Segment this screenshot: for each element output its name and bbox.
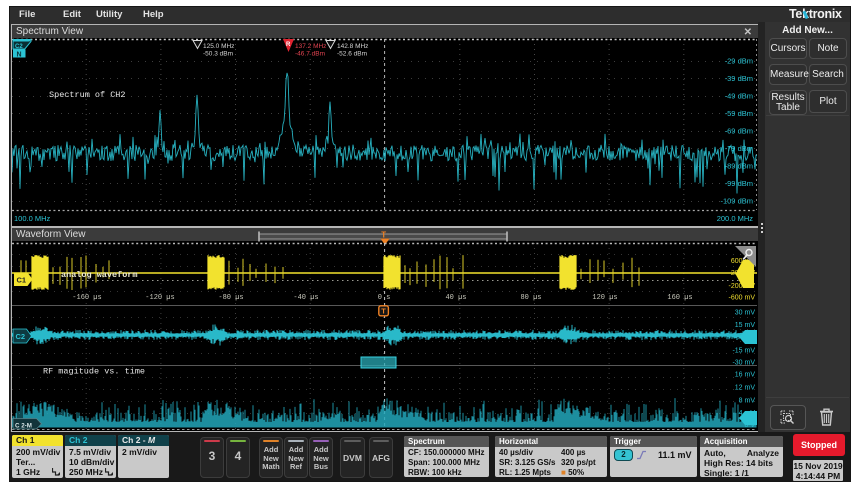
svg-text:C1: C1 [17, 276, 27, 285]
svg-text:137.2 MHz: 137.2 MHz [295, 43, 326, 50]
svg-text:200.0 MHz: 200.0 MHz [717, 214, 754, 223]
svg-text:160 µs: 160 µs [667, 294, 692, 302]
svg-text:-109 dBm: -109 dBm [720, 197, 753, 206]
svg-text:-59 dBm: -59 dBm [725, 109, 753, 118]
svg-text:-50.3 dBm: -50.3 dBm [203, 51, 233, 58]
svg-text:-46.7 dBm: -46.7 dBm [295, 51, 325, 58]
svg-text:T: T [381, 231, 386, 240]
svg-text:-160 µs: -160 µs [72, 294, 101, 302]
svg-text:100.0 MHz: 100.0 MHz [14, 214, 51, 223]
svg-text:-120 µs: -120 µs [145, 294, 174, 302]
svg-text:-40 µs: -40 µs [293, 294, 318, 302]
svg-text:-89 dBm: -89 dBm [725, 162, 753, 171]
svg-text:-80 µs: -80 µs [218, 294, 243, 302]
svg-text:8 mV: 8 mV [739, 398, 756, 405]
svg-text:-79 dBm: -79 dBm [725, 144, 753, 153]
svg-text:N: N [17, 52, 22, 59]
svg-text:125.0 MHz: 125.0 MHz [203, 43, 234, 50]
svg-text:120 µs: 120 µs [592, 294, 617, 302]
svg-text:30 mV: 30 mV [735, 310, 756, 317]
svg-text:C 2-M: C 2-M [15, 423, 32, 430]
svg-text:-52.6 dBm: -52.6 dBm [337, 51, 367, 58]
svg-text:40 µs: 40 µs [445, 294, 466, 302]
svg-text:12 mV: 12 mV [735, 385, 756, 392]
svg-text:analog waveform: analog waveform [61, 270, 138, 280]
svg-text:80 µs: 80 µs [520, 294, 541, 302]
svg-text:142.8 MHz: 142.8 MHz [337, 43, 368, 50]
svg-text:Spectrum of CH2: Spectrum of CH2 [49, 90, 126, 100]
svg-text:0 s: 0 s [378, 294, 391, 302]
svg-text:RF magitude vs. time: RF magitude vs. time [43, 367, 145, 377]
svg-text:16 mV: 16 mV [735, 372, 756, 379]
svg-text:-49 dBm: -49 dBm [725, 92, 753, 101]
svg-text:-29 dBm: -29 dBm [725, 57, 753, 66]
svg-text:C2: C2 [16, 332, 26, 341]
svg-text:R: R [286, 42, 291, 48]
svg-text:-39 dBm: -39 dBm [725, 74, 753, 83]
svg-text:-600 mV: -600 mV [729, 295, 756, 302]
svg-text:C2: C2 [15, 44, 23, 50]
svg-text:-30 mV: -30 mV [732, 360, 755, 367]
svg-text:-69 dBm: -69 dBm [725, 127, 753, 136]
svg-text:T: T [381, 307, 386, 316]
svg-text:-99 dBm: -99 dBm [725, 179, 753, 188]
svg-text:15 mV: 15 mV [735, 322, 756, 329]
svg-text:-15 mV: -15 mV [732, 348, 755, 355]
